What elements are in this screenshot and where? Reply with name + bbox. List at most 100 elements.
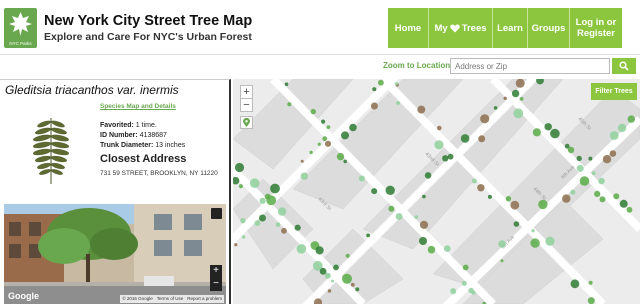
nav-learn[interactable]: Learn: [493, 8, 528, 48]
sv-zoom-in-button[interactable]: +: [210, 265, 222, 278]
tree-marker[interactable]: [241, 235, 246, 239]
tree-marker[interactable]: [333, 264, 339, 271]
tree-marker[interactable]: [471, 178, 477, 184]
tree-marker[interactable]: [324, 140, 332, 147]
tree-marker[interactable]: [591, 171, 596, 176]
tree-marker[interactable]: [275, 222, 281, 227]
tree-marker[interactable]: [594, 190, 601, 197]
tree-marker[interactable]: [567, 146, 575, 154]
tree-marker[interactable]: [545, 236, 555, 246]
tree-marker[interactable]: [532, 128, 541, 137]
tree-marker[interactable]: [259, 197, 266, 204]
tree-marker[interactable]: [327, 289, 332, 293]
tree-marker[interactable]: [570, 279, 580, 289]
tree-marker[interactable]: [444, 245, 451, 252]
tree-marker[interactable]: [427, 245, 436, 254]
tree-marker[interactable]: [511, 89, 520, 98]
nav-login-register[interactable]: Log in or Register: [570, 8, 622, 48]
tree-marker[interactable]: [424, 172, 432, 179]
tree-marker[interactable]: [358, 175, 365, 182]
tree-marker[interactable]: [576, 155, 582, 162]
tree-marker[interactable]: [500, 259, 504, 263]
nav-home[interactable]: Home: [388, 8, 429, 48]
tree-marker[interactable]: [519, 97, 524, 101]
tree-marker[interactable]: [437, 125, 442, 131]
tree-marker[interactable]: [342, 273, 352, 284]
tree-marker[interactable]: [350, 282, 355, 287]
tree-map[interactable]: 42nd St 43rd St 44th St 45th St 8th Ave …: [233, 79, 640, 304]
tree-marker[interactable]: [570, 189, 576, 195]
locate-button[interactable]: [240, 116, 253, 129]
tree-marker[interactable]: [249, 178, 260, 188]
tree-marker[interactable]: [588, 280, 593, 285]
tree-marker[interactable]: [259, 214, 266, 222]
tree-marker[interactable]: [370, 102, 378, 110]
species-map-link[interactable]: Species Map and Details: [100, 103, 176, 110]
tree-marker[interactable]: [550, 128, 560, 139]
tree-marker[interactable]: [319, 267, 327, 275]
tree-marker[interactable]: [309, 150, 313, 154]
tree-marker[interactable]: [447, 153, 454, 160]
tree-marker[interactable]: [588, 156, 593, 161]
tree-marker[interactable]: [579, 176, 590, 186]
tree-marker[interactable]: [343, 159, 347, 164]
tree-marker[interactable]: [609, 150, 617, 157]
filter-trees-button[interactable]: Filter Trees: [591, 83, 637, 100]
tree-marker[interactable]: [266, 195, 277, 206]
site-title[interactable]: New York City Street Tree Map: [44, 13, 252, 29]
sv-zoom-out-button[interactable]: −: [210, 278, 222, 291]
tree-marker[interactable]: [576, 164, 584, 172]
terms-link[interactable]: Terms of Use: [157, 296, 184, 302]
tree-marker[interactable]: [544, 123, 552, 131]
tree-marker[interactable]: [240, 218, 246, 224]
tree-marker[interactable]: [395, 82, 399, 86]
tree-marker[interactable]: [349, 123, 357, 132]
tree-marker[interactable]: [396, 101, 400, 105]
tree-marker[interactable]: [270, 183, 280, 194]
map-zoom-in-button[interactable]: +: [241, 86, 252, 99]
tree-marker[interactable]: [450, 288, 457, 295]
tree-marker[interactable]: [480, 114, 490, 124]
tree-marker[interactable]: [442, 155, 449, 162]
tree-marker[interactable]: [388, 205, 395, 212]
tree-marker[interactable]: [513, 221, 520, 227]
tree-marker[interactable]: [287, 102, 292, 107]
tree-marker[interactable]: [627, 115, 635, 123]
tree-marker[interactable]: [366, 233, 370, 238]
tree-marker[interactable]: [598, 177, 605, 185]
tree-marker[interactable]: [331, 279, 334, 283]
tree-marker[interactable]: [626, 206, 633, 213]
map-zoom-out-button[interactable]: −: [241, 99, 252, 112]
tree-marker[interactable]: [254, 220, 261, 227]
tree-marker[interactable]: [341, 131, 349, 140]
tree-marker[interactable]: [462, 264, 469, 271]
tree-marker[interactable]: [417, 105, 426, 114]
tree-marker[interactable]: [336, 152, 345, 161]
tree-marker[interactable]: [326, 125, 331, 129]
tree-marker[interactable]: [562, 194, 571, 203]
tree-marker[interactable]: [461, 280, 467, 286]
tree-marker[interactable]: [315, 246, 324, 255]
tree-marker[interactable]: [284, 82, 289, 86]
tree-marker[interactable]: [613, 193, 620, 200]
tree-marker[interactable]: [321, 119, 326, 124]
tree-marker[interactable]: [460, 134, 470, 143]
tree-marker[interactable]: [498, 240, 506, 248]
tree-marker[interactable]: [487, 194, 492, 199]
fullscreen-icon[interactable]: [211, 208, 222, 219]
tree-marker[interactable]: [617, 123, 627, 133]
tree-marker[interactable]: [602, 155, 612, 164]
tree-marker[interactable]: [281, 227, 287, 234]
tree-marker[interactable]: [434, 140, 444, 150]
tree-marker[interactable]: [378, 79, 384, 86]
tree-marker[interactable]: [317, 142, 321, 146]
location-search-input[interactable]: [450, 58, 610, 74]
tree-marker[interactable]: [277, 207, 287, 216]
tree-marker[interactable]: [355, 287, 360, 292]
tree-marker[interactable]: [234, 162, 245, 173]
tree-marker[interactable]: [510, 200, 520, 210]
tree-marker[interactable]: [422, 194, 426, 199]
tree-marker[interactable]: [477, 184, 485, 192]
tree-marker[interactable]: [300, 172, 308, 180]
tree-marker[interactable]: [395, 213, 403, 220]
